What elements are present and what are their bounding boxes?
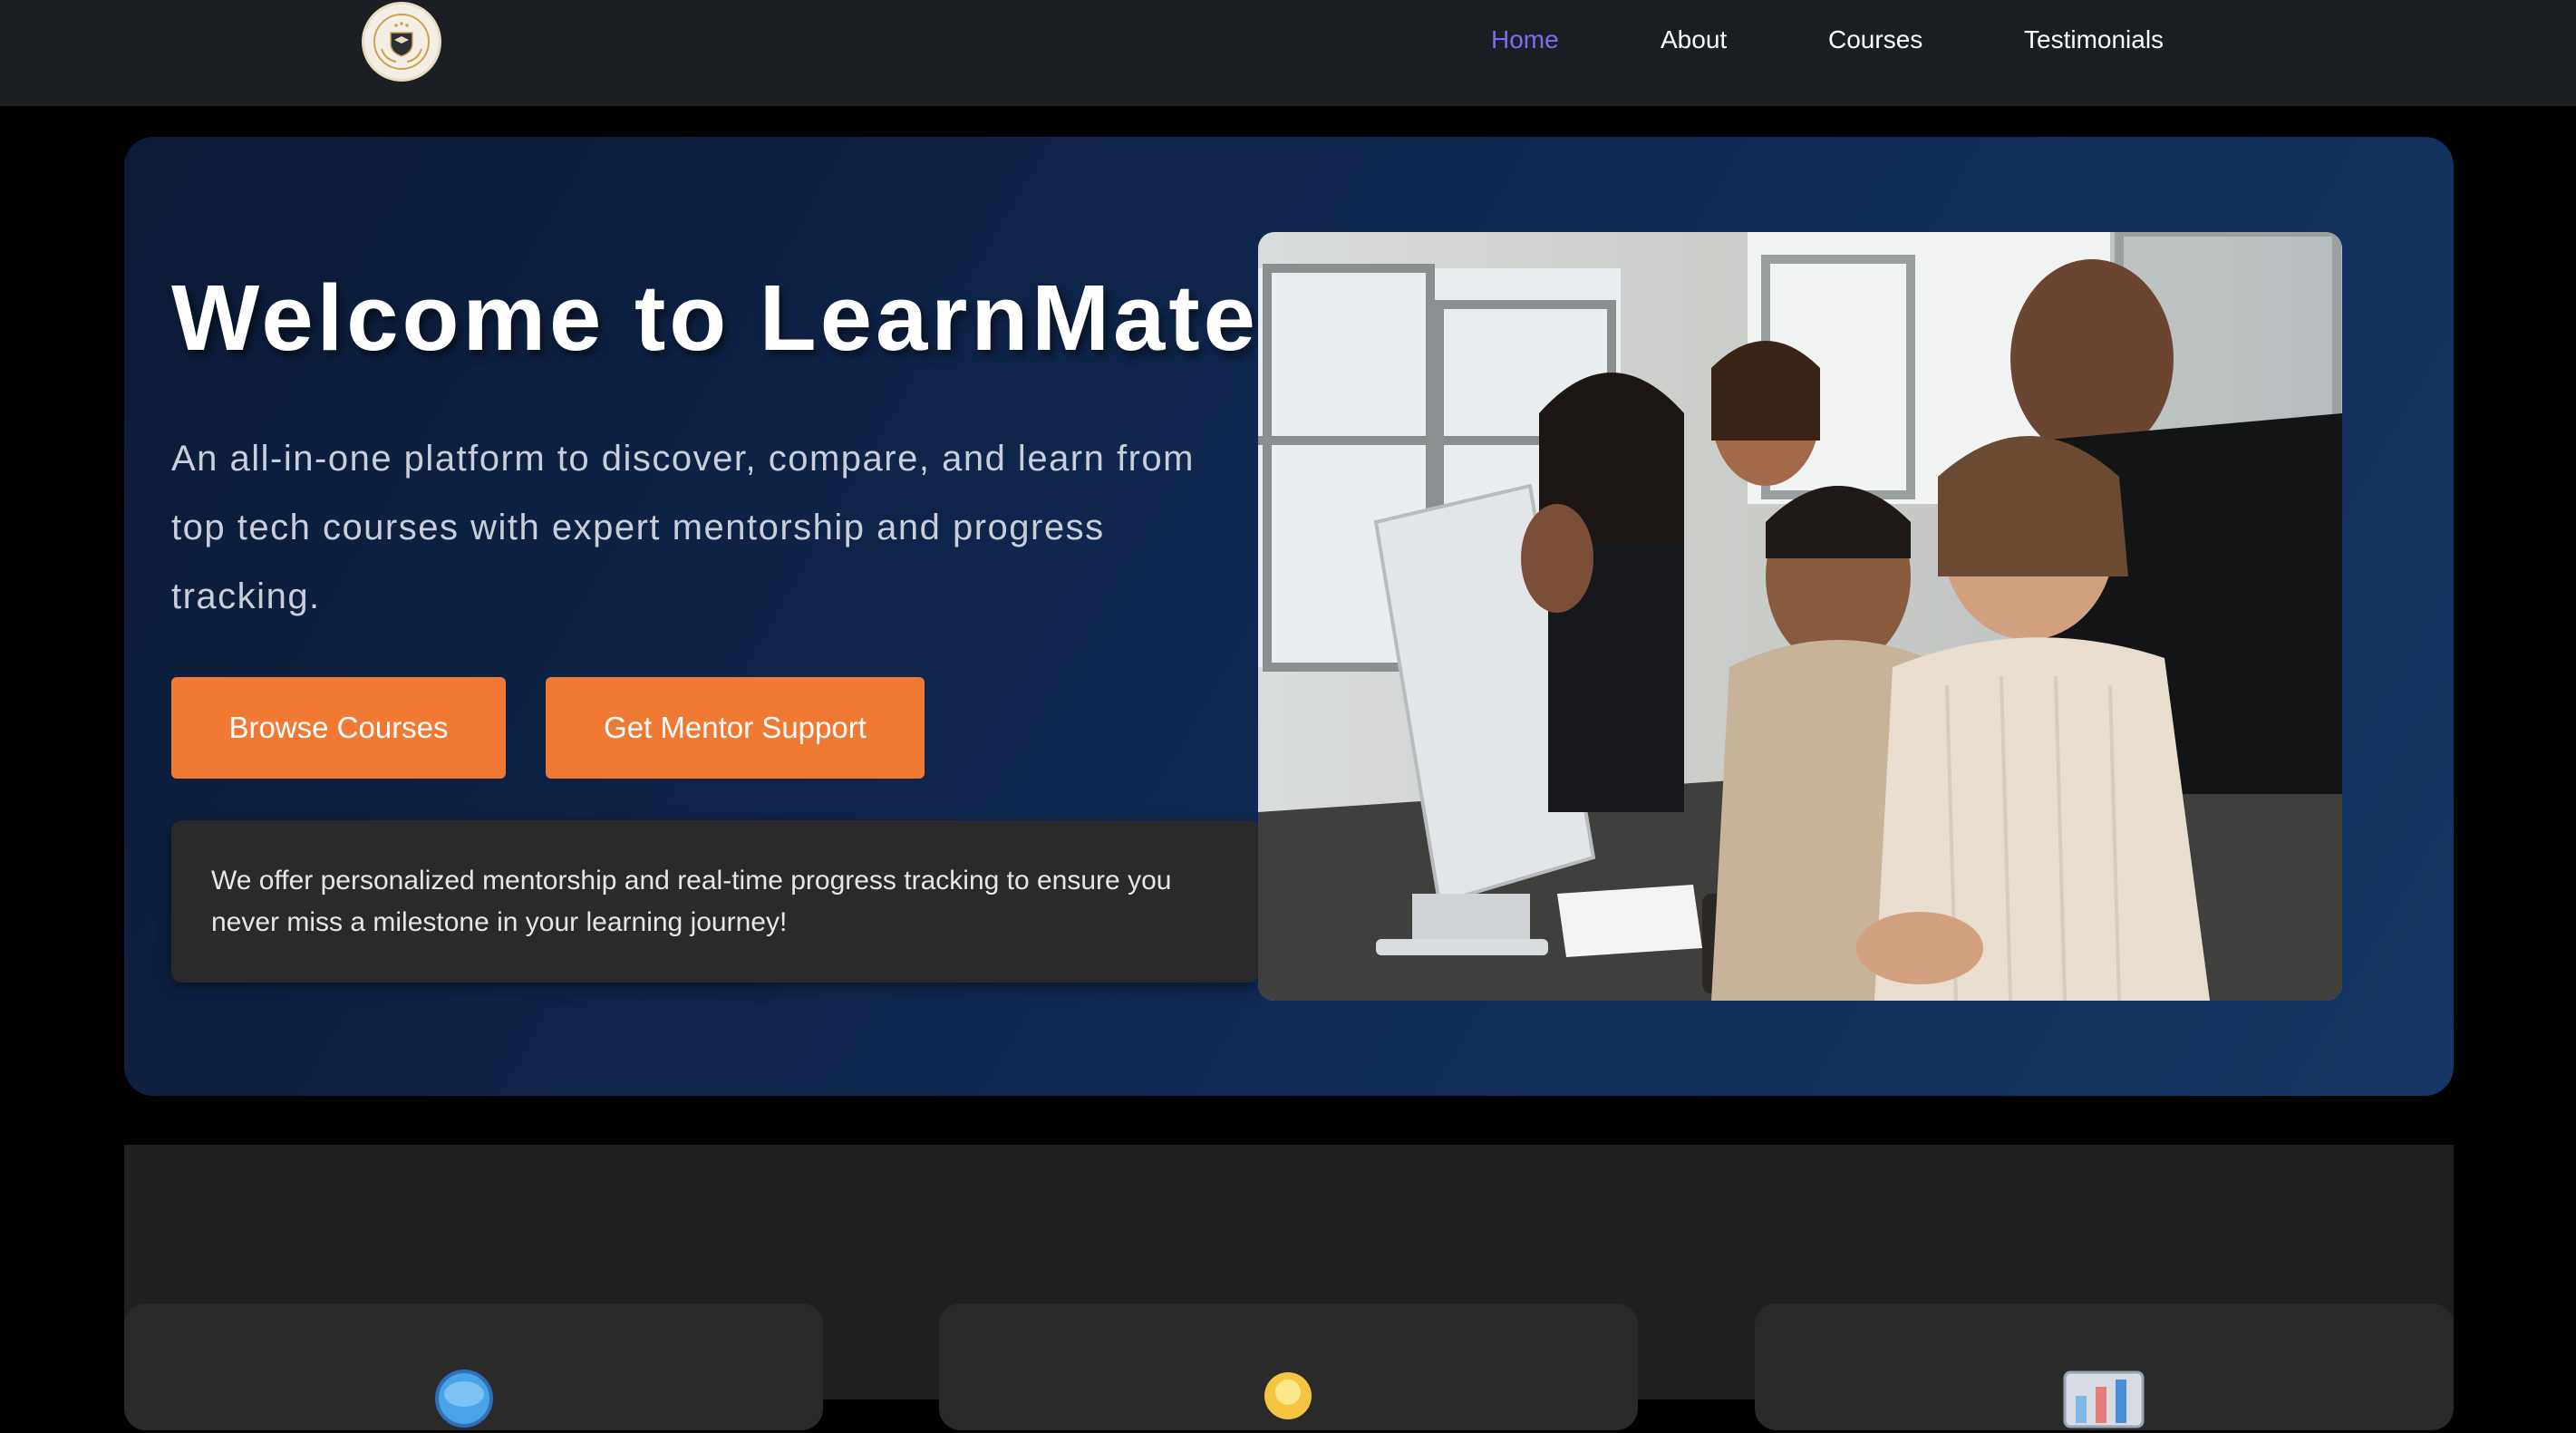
nav-link-courses[interactable]: Courses	[1828, 25, 1922, 54]
top-navbar: Home About Courses Testimonials	[0, 0, 2576, 106]
nav-link-testimonials[interactable]: Testimonials	[2024, 25, 2164, 54]
browse-courses-button[interactable]: Browse Courses	[171, 677, 506, 779]
mentorship-info-card: We offer personalized mentorship and rea…	[171, 820, 1259, 983]
chart-icon	[2063, 1369, 2145, 1428]
hero-subtitle: An all-in-one platform to discover, comp…	[171, 439, 1195, 616]
hero-title: Welcome to LearnMate	[171, 266, 1259, 370]
nav-link-about[interactable]: About	[1661, 25, 1727, 54]
lightbulb-icon	[1258, 1369, 1318, 1428]
logo-icon[interactable]	[362, 2, 441, 82]
mentorship-info-text: We offer personalized mentorship and rea…	[211, 866, 1172, 937]
nav-link-home[interactable]: Home	[1491, 25, 1559, 54]
get-mentor-support-button[interactable]: Get Mentor Support	[546, 677, 925, 779]
hero-team-photo	[1258, 232, 2342, 1001]
globe-icon	[434, 1369, 494, 1428]
